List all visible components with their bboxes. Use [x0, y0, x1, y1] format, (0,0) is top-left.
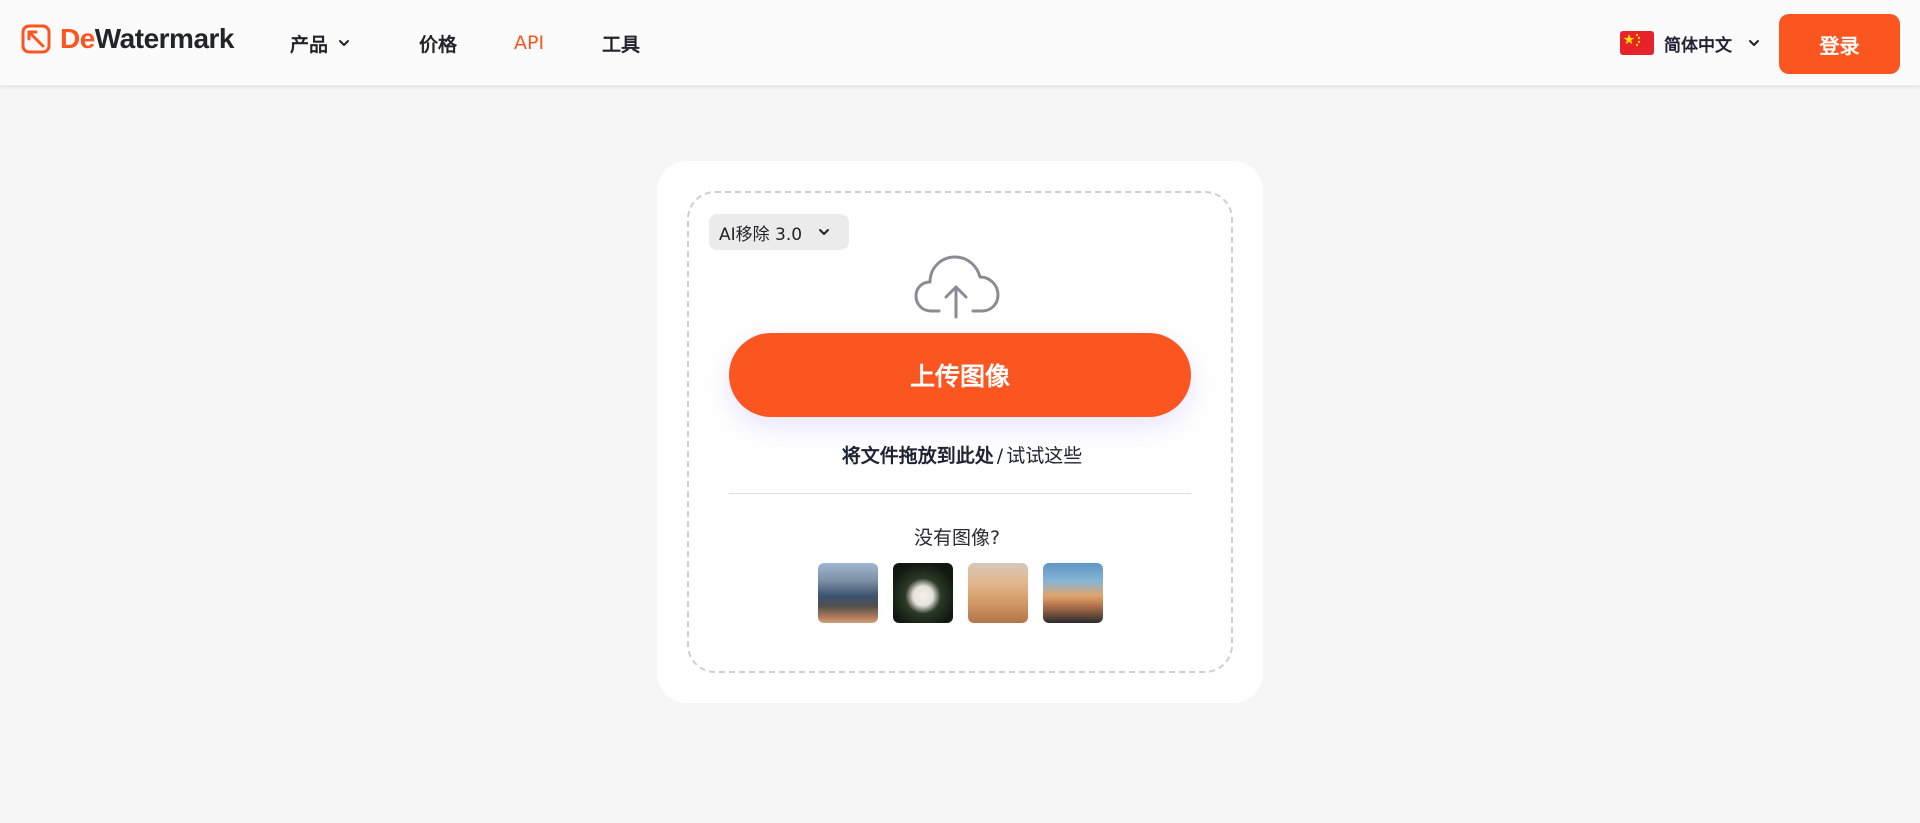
- upload-card: AI移除 3.0 上传图像 将文件拖放到此处 / 试试这些 没有图像?: [657, 161, 1263, 703]
- drop-hint-text: 将文件拖放到此处: [841, 445, 994, 467]
- china-flag-icon: [1620, 31, 1654, 55]
- no-image-label: 没有图像?: [913, 527, 1001, 549]
- woman-flowers-sample-icon[interactable]: [893, 563, 953, 623]
- drop-hint: 将文件拖放到此处 / 试试这些: [689, 441, 1235, 468]
- sunset-sample-icon[interactable]: [1043, 563, 1103, 623]
- nav-pricing-label: 价格: [419, 33, 458, 56]
- login-button[interactable]: 登录: [1779, 14, 1900, 74]
- nav-api-label: API: [514, 32, 545, 54]
- nav-api[interactable]: API: [514, 28, 544, 58]
- nav-tools[interactable]: 工具: [602, 28, 640, 58]
- sample-images: [818, 563, 1103, 623]
- logo-icon: [21, 24, 51, 54]
- chevron-down-icon: [819, 229, 830, 235]
- dewatermark-logo[interactable]: DeWatermark: [20, 22, 235, 56]
- drop-hint-separator: /: [996, 445, 1004, 467]
- model-version-select[interactable]: AI移除 3.0: [709, 214, 849, 250]
- chevron-down-icon: [339, 40, 350, 46]
- desert-sample-icon[interactable]: [968, 563, 1028, 623]
- lake-sample-icon[interactable]: [818, 563, 878, 623]
- upload-dropzone[interactable]: AI移除 3.0 上传图像 将文件拖放到此处 / 试试这些 没有图像?: [687, 191, 1233, 673]
- divider: [729, 493, 1191, 494]
- nav-products[interactable]: 产品: [290, 28, 352, 58]
- model-version-label: AI移除 3.0: [719, 224, 803, 245]
- nav-pricing[interactable]: 价格: [419, 28, 457, 58]
- language-selector[interactable]: 简体中文: [1620, 28, 1762, 58]
- try-these-link[interactable]: 试试这些: [1006, 445, 1082, 467]
- cloud-upload-icon: [914, 255, 1000, 319]
- language-label: 简体中文: [1664, 35, 1732, 56]
- chevron-down-icon: [1749, 40, 1759, 46]
- logo-text: DeWatermark: [60, 23, 235, 54]
- nav-products-label: 产品: [290, 33, 329, 56]
- nav-tools-label: 工具: [602, 33, 641, 56]
- upload-image-button[interactable]: 上传图像: [729, 333, 1191, 417]
- top-navigation-bar: DeWatermark 产品 价格 API 工具 简体中文 登录: [0, 0, 1920, 86]
